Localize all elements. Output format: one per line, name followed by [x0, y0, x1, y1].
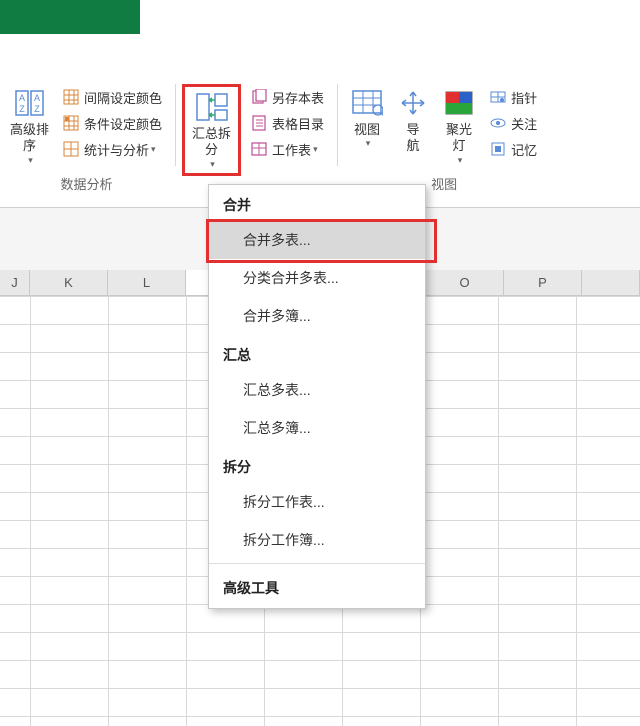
menu-sum-sheets[interactable]: 汇总多表... [209, 371, 425, 409]
menu-section-split: 拆分 [209, 447, 425, 483]
conditional-color-label: 条件设定颜色 [84, 114, 162, 133]
chevron-down-icon: ▾ [366, 138, 371, 149]
grid-color-icon [62, 88, 80, 106]
worksheet-button[interactable]: 工作表▾ [247, 136, 327, 162]
sheet-toc-button[interactable]: 表格目录 [247, 110, 327, 136]
follow-label: 关注 [511, 114, 537, 133]
col-header-K[interactable]: K [30, 270, 108, 295]
stats-analysis-button[interactable]: 统计与分析▾ [59, 136, 165, 162]
svg-text:Z: Z [19, 104, 25, 114]
ribbon-group-analysis: AZAZ 高级排 序 ▾ 间隔设定颜色 条件设定颜色 统计与分析▾ [0, 84, 169, 204]
chevron-down-icon: ▾ [210, 159, 215, 170]
toc-icon [250, 114, 268, 132]
grid-stats-icon [62, 140, 80, 158]
follow-button[interactable]: 关注 [486, 110, 540, 136]
col-header-extra[interactable] [582, 270, 640, 295]
separator [337, 84, 338, 166]
menu-section-sum: 汇总 [209, 335, 425, 371]
grid-cond-icon [62, 114, 80, 132]
group-label-analysis: 数据分析 [61, 174, 113, 193]
advanced-sort-button[interactable]: AZAZ 高级排 序 ▾ [4, 84, 55, 168]
interval-color-label: 间隔设定颜色 [84, 88, 162, 107]
svg-text:A: A [33, 93, 39, 103]
title-bar [0, 0, 640, 48]
conditional-color-button[interactable]: 条件设定颜色 [59, 110, 165, 136]
view-grid-icon [350, 86, 384, 120]
spotlight-label: 聚光 灯 [446, 122, 472, 155]
pointer-button[interactable]: 指针 [486, 84, 540, 110]
menu-merge-workbooks[interactable]: 合并多簿... [209, 297, 425, 335]
split-sum-label: 汇总拆 分 [192, 126, 231, 159]
chevron-down-icon: ▾ [458, 155, 463, 166]
menu-classify-merge[interactable]: 分类合并多表... [209, 259, 425, 297]
sheet-toc-label: 表格目录 [272, 114, 324, 133]
save-copy-label: 另存本表 [272, 88, 324, 107]
save-copy-icon [250, 88, 268, 106]
sort-az-icon: AZAZ [13, 86, 47, 120]
chevron-down-icon: ▾ [313, 144, 318, 155]
app-accent-block [0, 0, 140, 34]
menu-section-advanced: 高级工具 [209, 568, 425, 604]
view-button[interactable]: 视图 ▾ [344, 84, 390, 168]
nav-arrows-icon [396, 86, 430, 120]
nav-button[interactable]: 导 航 [390, 84, 436, 168]
memory-label: 记忆 [511, 140, 537, 159]
separator [175, 84, 176, 166]
spotlight-icon [442, 86, 476, 120]
menu-split-workbooks[interactable]: 拆分工作簿... [209, 521, 425, 559]
split-sum-menu: 合并 合并多表... 分类合并多表... 合并多簿... 汇总 汇总多表... … [208, 184, 426, 609]
pointer-icon [489, 88, 507, 106]
worksheet-label: 工作表 [272, 140, 311, 159]
menu-split-sheets[interactable]: 拆分工作表... [209, 483, 425, 521]
memory-icon [489, 140, 507, 158]
spotlight-button[interactable]: 聚光 灯 ▾ [436, 84, 482, 168]
chevron-down-icon: ▾ [28, 155, 33, 166]
nav-label: 导 航 [407, 122, 420, 155]
save-copy-button[interactable]: 另存本表 [247, 84, 327, 110]
col-header-J[interactable]: J [0, 270, 30, 295]
menu-sum-workbooks[interactable]: 汇总多簿... [209, 409, 425, 447]
menu-section-merge: 合并 [209, 185, 425, 221]
split-merge-icon [195, 90, 229, 124]
svg-text:A: A [18, 93, 24, 103]
advanced-sort-label: 高级排 序 [10, 122, 49, 155]
eye-icon [489, 114, 507, 132]
split-sum-button[interactable]: 汇总拆 分 ▾ [182, 84, 241, 176]
pointer-label: 指针 [511, 88, 537, 107]
group-label-view: 视图 [431, 174, 457, 193]
menu-divider [209, 563, 425, 564]
col-header-O[interactable]: O [426, 270, 504, 295]
svg-text:Z: Z [34, 104, 40, 114]
chevron-down-icon: ▾ [151, 144, 156, 155]
interval-color-button[interactable]: 间隔设定颜色 [59, 84, 165, 110]
view-label: 视图 [354, 122, 380, 138]
col-header-L[interactable]: L [108, 270, 186, 295]
memory-button[interactable]: 记忆 [486, 136, 540, 162]
worksheet-icon [250, 140, 268, 158]
menu-merge-multi-sheets[interactable]: 合并多表... [209, 221, 425, 259]
stats-analysis-label: 统计与分析 [84, 140, 149, 159]
col-header-P[interactable]: P [504, 270, 582, 295]
